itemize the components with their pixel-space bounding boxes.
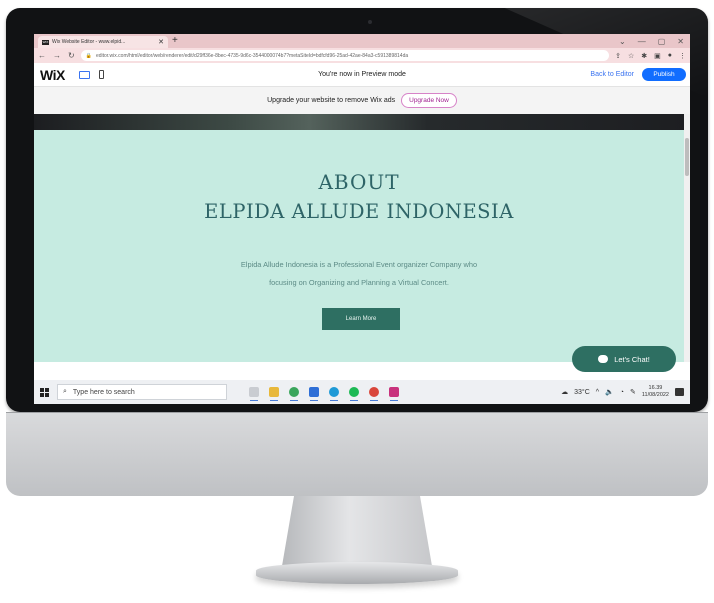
edge-icon[interactable] (329, 387, 339, 401)
pen-icon[interactable]: ✎ (630, 388, 636, 396)
temperature-text[interactable]: 33°C (574, 389, 590, 396)
hero-image-strip (34, 114, 690, 130)
sidepanel-icon[interactable]: ▣ (654, 52, 661, 60)
close-window-icon[interactable]: ✕ (677, 37, 684, 46)
ads-banner-text: Upgrade your website to remove Wix ads (267, 97, 396, 104)
mobile-view-icon[interactable] (98, 70, 104, 79)
taskbar-clock[interactable]: 16.39 11/08/2022 (642, 385, 669, 399)
monitor-chin (6, 412, 708, 496)
browser-toolbar-icons: ⇪ ☆ ✱ ▣ ● ⋮ (615, 52, 686, 60)
mail-icon[interactable] (309, 387, 319, 401)
pinned-apps (249, 387, 399, 401)
lets-chat-button[interactable]: Let's Chat! (572, 346, 676, 372)
window-controls: ⌄ — ▢ ✕ (619, 34, 684, 48)
windows-taskbar: ⌕ Type here to search ☁ 33°C ^ 🔈 ◔ ✎ 16.… (34, 380, 690, 404)
volume-icon[interactable]: 🔈 (605, 388, 614, 396)
tray-chevron-icon[interactable]: ^ (596, 389, 599, 396)
desktop-view-icon[interactable] (78, 70, 90, 79)
chat-bubble-icon (598, 355, 609, 363)
monitor-stand-neck (282, 496, 432, 566)
app-icon[interactable] (389, 387, 399, 401)
url-input[interactable]: 🔒 editor.wix.com/html/editor/web/rendere… (80, 50, 610, 61)
maximize-icon[interactable]: ▢ (658, 37, 666, 46)
wix-logo: WiX (40, 66, 65, 83)
about-section: ABOUT ELPIDA ALLUDE INDONESIA Elpida All… (34, 130, 684, 362)
weather-icon[interactable]: ☁ (561, 388, 568, 396)
browser-tab[interactable]: WIX Wix Website Editor - www.elpid... ✕ (38, 36, 168, 48)
monitor-stand-base (256, 562, 458, 584)
navigation-buttons: ← → ↻ (38, 51, 75, 60)
back-arrow-icon[interactable]: ← (38, 51, 46, 60)
webcam-dot (368, 20, 372, 24)
address-bar-row: ← → ↻ 🔒 editor.wix.com/html/editor/web/r… (34, 48, 690, 63)
scrollbar-thumb[interactable] (685, 138, 689, 176)
wifi-icon[interactable]: ◔ (620, 389, 624, 396)
notification-icon[interactable] (675, 388, 684, 396)
upgrade-now-button[interactable]: Upgrade Now (401, 93, 457, 108)
back-to-editor-link[interactable]: Back to Editor (590, 71, 634, 78)
wix-favicon-icon: WIX (42, 39, 49, 45)
description-line-2: focusing on Organizing and Planning a Vi… (269, 278, 449, 287)
url-text: editor.wix.com/html/editor/web/renderer/… (95, 52, 409, 59)
lock-icon: 🔒 (85, 52, 92, 59)
device-toggle (78, 70, 104, 79)
minimize-icon[interactable]: — (638, 37, 646, 46)
menu-kebab-icon[interactable]: ⋮ (679, 52, 686, 60)
publish-button[interactable]: Publish (642, 68, 686, 81)
search-icon: ⌕ (63, 388, 67, 395)
company-description: Elpida Allude Indonesia is a Professiona… (184, 256, 534, 292)
profile-avatar-icon[interactable]: ● (668, 52, 672, 60)
chrome-icon[interactable] (289, 387, 299, 401)
about-heading: ABOUT (318, 170, 400, 194)
monitor-screen: WIX Wix Website Editor - www.elpid... ✕ … (34, 34, 690, 404)
search-placeholder: Type here to search (72, 388, 135, 396)
tab-search-icon[interactable]: ⌄ (619, 37, 626, 46)
wix-ads-banner: Upgrade your website to remove Wix ads U… (34, 87, 690, 114)
reload-icon[interactable]: ↻ (68, 51, 75, 60)
clock-time: 16.39 (648, 385, 663, 391)
description-line-1: Elpida Allude Indonesia is a Professiona… (240, 260, 478, 269)
wix-preview-bar: WiX You're now in Preview mode Back to E… (34, 63, 690, 87)
share-icon[interactable]: ⇪ (615, 52, 621, 60)
learn-more-button[interactable]: Learn More (322, 308, 400, 330)
spotify-icon[interactable] (349, 387, 359, 401)
new-tab-button[interactable]: + (172, 34, 178, 48)
close-tab-icon[interactable]: ✕ (158, 38, 164, 46)
file-explorer-icon[interactable] (269, 387, 279, 401)
windows-start-icon[interactable] (40, 387, 49, 397)
clock-date: 11/08/2022 (641, 392, 669, 398)
system-tray: ☁ 33°C ^ 🔈 ◔ ✎ 16.39 11/08/2022 (561, 380, 684, 404)
tab-title: Wix Website Editor - www.elpid... (52, 39, 126, 45)
chrome-profile-icon[interactable] (369, 387, 379, 401)
task-view-icon[interactable] (249, 387, 259, 401)
company-name-heading: ELPIDA ALLUDE INDONESIA (204, 200, 514, 223)
star-icon[interactable]: ☆ (628, 52, 634, 60)
chat-label: Let's Chat! (614, 354, 650, 364)
taskbar-search-input[interactable]: ⌕ Type here to search (57, 384, 227, 400)
browser-tab-bar: WIX Wix Website Editor - www.elpid... ✕ … (34, 34, 690, 48)
extensions-icon[interactable]: ✱ (641, 52, 647, 60)
forward-arrow-icon[interactable]: → (53, 51, 61, 60)
